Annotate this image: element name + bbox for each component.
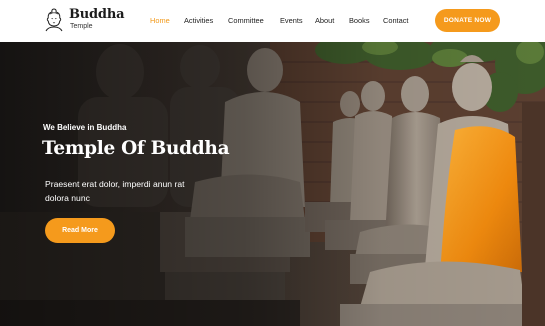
- nav-item-committee[interactable]: Committee: [228, 16, 264, 25]
- nav-item-home[interactable]: Home: [150, 16, 170, 25]
- donate-now-button[interactable]: DONATE NOW: [435, 9, 500, 32]
- nav-item-contact[interactable]: Contact: [383, 16, 408, 25]
- hero-description: Praesent erat dolor, imperdi anun rat do…: [45, 179, 185, 203]
- nav-item-books[interactable]: Books: [349, 16, 370, 25]
- hero-tagline: We Believe in Buddha: [43, 123, 127, 132]
- hero-title: Temple Of Buddha: [42, 138, 230, 159]
- nav-item-events[interactable]: Events: [280, 16, 303, 25]
- nav-item-activities[interactable]: Activities: [184, 16, 213, 25]
- main-nav: Home Activities Committee Events About B…: [0, 0, 420, 42]
- hero-banner: We Believe in Buddha Temple Of Buddha Pr…: [0, 42, 545, 326]
- read-more-button[interactable]: Read More: [45, 218, 115, 243]
- nav-item-about[interactable]: About: [315, 16, 334, 25]
- site-header: Buddha Temple Home Activities Committee …: [0, 0, 545, 42]
